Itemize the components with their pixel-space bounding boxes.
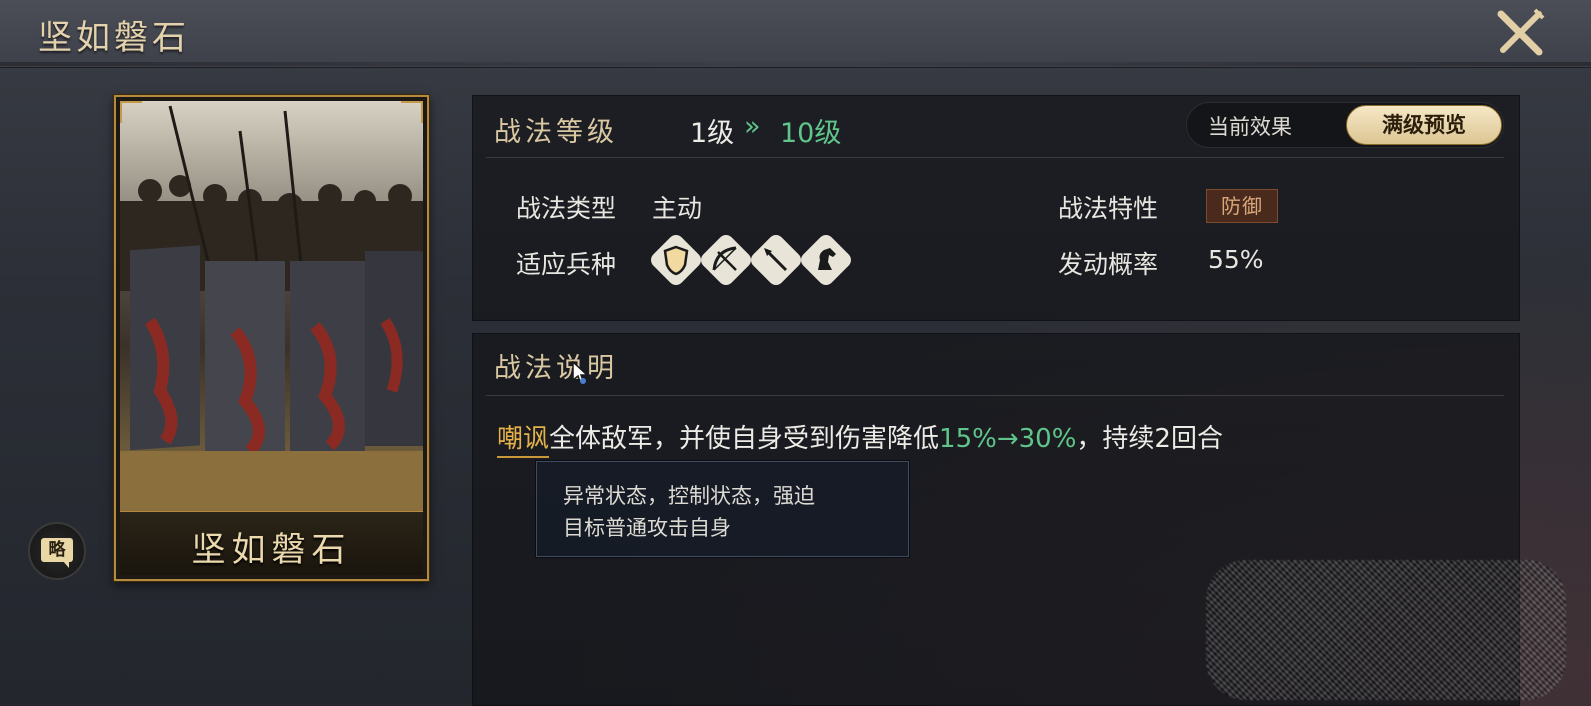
- current-effect-tab[interactable]: 当前效果: [1208, 111, 1292, 141]
- spear-icon: [747, 231, 805, 289]
- strategy-badge-label: 略: [41, 538, 73, 562]
- tooltip-line-2: 目标普通攻击自身: [563, 516, 731, 540]
- keyword-tooltip: 异常状态，控制状态，强迫 目标普通攻击自身: [536, 461, 909, 557]
- bow-icon: [697, 231, 755, 289]
- damage-reduction-value: 15%→30%: [939, 424, 1077, 454]
- shield-icon: [647, 231, 705, 289]
- activation-rate-label: 发动概率: [1058, 250, 1159, 279]
- description-divider: [486, 395, 1504, 396]
- level-from: 1级: [690, 118, 735, 149]
- level-to: 10级: [780, 118, 842, 149]
- close-button[interactable]: [1495, 6, 1547, 58]
- card-nameplate: 坚如磐石: [120, 511, 423, 575]
- description-body: 全体敌军，并使自身受到伤害降低: [549, 424, 940, 454]
- card-name: 坚如磐石: [191, 530, 352, 570]
- tactic-type-label: 战法类型: [516, 194, 617, 223]
- tactic-type-value: 主动: [652, 194, 703, 223]
- taunt-keyword-link[interactable]: 嘲讽: [497, 424, 550, 458]
- header-divider: [0, 62, 1591, 66]
- strategy-badge: 略: [28, 522, 86, 580]
- description-tail: ，持续2回合: [1076, 424, 1223, 454]
- description-section-title: 战法说明: [494, 353, 618, 384]
- trait-badge: 防御: [1206, 189, 1278, 223]
- speech-tail-icon: [62, 560, 69, 568]
- watermark-noise: [1206, 560, 1566, 700]
- level-section-title: 战法等级: [494, 117, 618, 148]
- tooltip-line-1: 异常状态，控制状态，强迫: [563, 484, 815, 508]
- horse-icon: [797, 231, 855, 289]
- soldiers-illustration: [120, 101, 425, 511]
- card-corner-ornament: [120, 101, 142, 123]
- tactic-trait-label: 战法特性: [1058, 194, 1159, 223]
- description-text: 嘲讽全体敌军，并使自身受到伤害降低15%→30%，持续2回合: [497, 418, 1223, 458]
- close-icon: [1497, 8, 1545, 56]
- troop-types-label: 适应兵种: [516, 250, 617, 279]
- card-artwork: [120, 101, 425, 511]
- page-title: 坚如磐石: [38, 18, 190, 58]
- tactic-card: 坚如磐石: [114, 95, 429, 581]
- max-level-preview-tab[interactable]: 满级预览: [1346, 105, 1502, 145]
- mouse-cursor-icon: [572, 360, 590, 391]
- level-arrow-icon: »: [744, 111, 761, 142]
- header-bar: 坚如磐石: [0, 0, 1591, 68]
- info-divider: [486, 157, 1504, 158]
- activation-rate-value: 55%: [1208, 245, 1264, 274]
- card-corner-ornament: [401, 101, 423, 123]
